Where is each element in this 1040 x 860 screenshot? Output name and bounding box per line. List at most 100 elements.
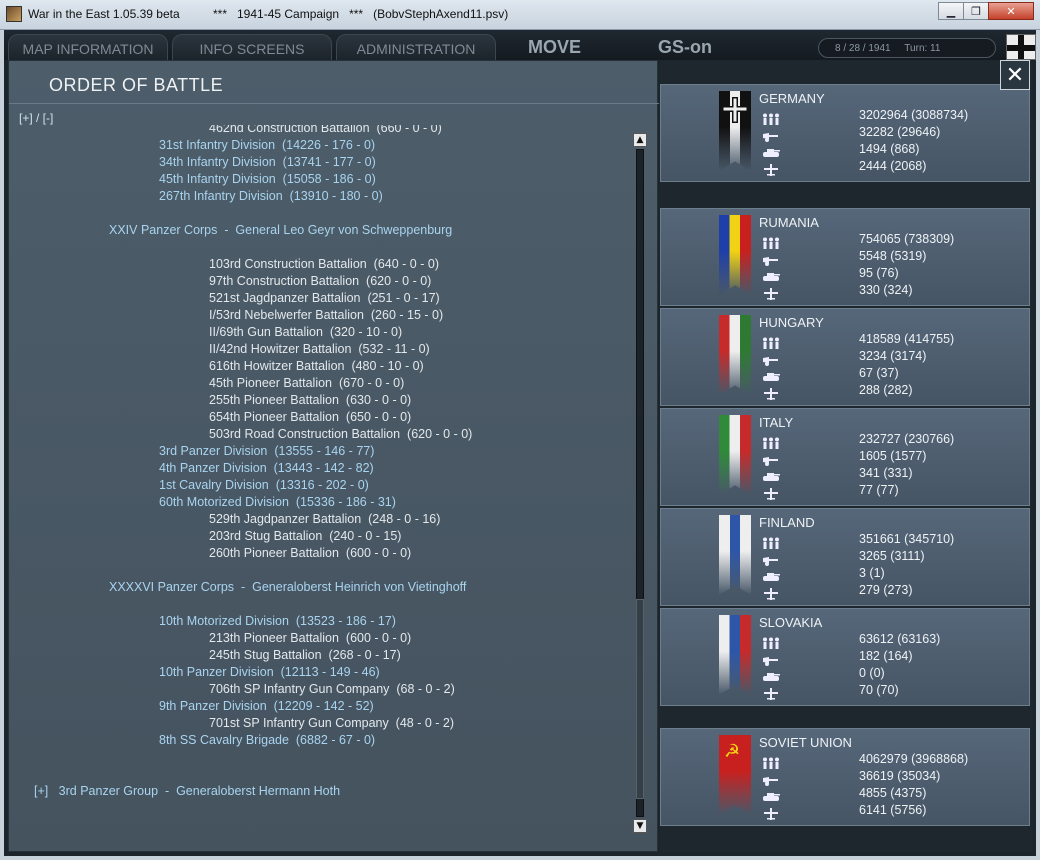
nation-name: SOVIET UNION	[759, 735, 852, 750]
oob-division-row[interactable]: 10th Motorized Division (13523 - 186 - 1…	[159, 614, 396, 628]
oob-battalion-row[interactable]: 255th Pioneer Battalion (630 - 0 - 0)	[209, 393, 411, 407]
oob-battalion-row[interactable]: 616th Howitzer Battalion (480 - 10 - 0)	[209, 359, 424, 373]
date-turn-display: 8 / 28 / 1941 Turn: 11	[818, 38, 996, 58]
side-flag-icon[interactable]	[1006, 34, 1036, 60]
oob-battalion-row[interactable]: 701st SP Infantry Gun Company (48 - 0 - …	[209, 716, 454, 730]
artillery-icon	[761, 351, 781, 366]
nation-stat-row: 288 (282)	[761, 383, 1021, 400]
expand-collapse-all[interactable]: [+] / [-]	[19, 111, 53, 125]
nation-card-slovakia[interactable]: SLOVAKIA 63612 (63163) 182 (164) 0 (0) 70 (7…	[660, 608, 1030, 706]
minimize-button[interactable]: ▁	[938, 2, 964, 20]
infantry-icon	[761, 534, 781, 549]
oob-battalion-row[interactable]: 521st Jagdpanzer Battalion (251 - 0 - 17…	[209, 291, 440, 305]
scroll-thumb[interactable]	[636, 599, 644, 799]
artillery-icon	[761, 451, 781, 466]
nation-stat-value: 63612 (63163)	[859, 632, 941, 646]
tank-icon	[761, 144, 781, 157]
tab-info-screens[interactable]: INFO SCREENS	[172, 34, 332, 60]
nation-stat-row: 4062979 (3968868)	[761, 752, 1021, 769]
oob-corps-row[interactable]: XXXXVI Panzer Corps - Generaloberst Hein…	[109, 580, 466, 594]
oob-division-row[interactable]: 31st Infantry Division (14226 - 176 - 0)	[159, 138, 375, 152]
oob-division-row[interactable]: 10th Panzer Division (12113 - 149 - 46)	[159, 665, 380, 679]
oob-division-row[interactable]: 267th Infantry Division (13910 - 180 - 0…	[159, 189, 383, 203]
nation-stat-row: 70 (70)	[761, 683, 1021, 700]
oob-battalion-row[interactable]: II/69th Gun Battalion (320 - 10 - 0)	[209, 325, 402, 339]
scroll-up-arrow-icon[interactable]: ▲	[633, 133, 647, 147]
nation-stat-value: 1605 (1577)	[859, 449, 927, 463]
oob-group-row[interactable]: [+] 3rd Panzer Group - Generaloberst Her…	[34, 784, 340, 798]
oob-battalion-row[interactable]: 245th Stug Battalion (268 - 0 - 17)	[209, 648, 401, 662]
oob-battalion-row[interactable]: 654th Pioneer Battalion (650 - 0 - 0)	[209, 410, 411, 424]
oob-battalion-row[interactable]: II/42nd Howitzer Battalion (532 - 11 - 0…	[209, 342, 430, 356]
nation-card-hungary[interactable]: HUNGARY 418589 (414755) 3234 (3174) 67 (37)…	[660, 308, 1030, 406]
nation-stat-value: 3265 (3111)	[859, 549, 925, 563]
oob-battalion-row[interactable]: 260th Pioneer Battalion (600 - 0 - 0)	[209, 546, 411, 560]
oob-division-row[interactable]: 45th Infantry Division (15058 - 186 - 0)	[159, 172, 376, 186]
nation-stat-value: 351661 (345710)	[859, 532, 955, 546]
nation-stat-value: 6141 (5756)	[859, 803, 927, 817]
aircraft-icon	[761, 585, 781, 600]
tab-map-information[interactable]: MAP INFORMATION	[8, 34, 168, 60]
close-screen-button[interactable]: ✕	[1000, 60, 1030, 90]
order-of-battle-panel: ORDER OF BATTLE [+] / [-] 462nd Construc…	[8, 60, 659, 852]
oob-division-row[interactable]: 3rd Panzer Division (13555 - 146 - 77)	[159, 444, 374, 458]
nation-card-finland[interactable]: FINLAND 351661 (345710) 3265 (3111) 3 (1) 27…	[660, 508, 1030, 606]
nation-stat-row: 1605 (1577)	[761, 449, 1021, 466]
oob-division-row[interactable]: 1st Cavalry Division (13316 - 202 - 0)	[159, 478, 369, 492]
nation-stat-row: 279 (273)	[761, 583, 1021, 600]
nation-name: RUMANIA	[759, 215, 819, 230]
nation-card-soviet-union[interactable]: ☭ SOVIET UNION 4062979 (3968868) 36619 (350…	[660, 728, 1030, 826]
oob-battalion-row[interactable]: 462nd Construction Battalion (660 - 0 - …	[209, 125, 442, 135]
move-mode-button[interactable]: MOVE	[528, 37, 581, 58]
nation-stat-row: 0 (0)	[761, 666, 1021, 683]
tank-icon	[761, 788, 781, 801]
oob-division-row[interactable]: 60th Motorized Division (15336 - 186 - 3…	[159, 495, 396, 509]
nation-card-rumania[interactable]: RUMANIA 754065 (738309) 5548 (5319) 95 (76)…	[660, 208, 1030, 306]
nation-card-germany[interactable]: GERMANY 3202964 (3088734) 32282 (29646) 149…	[660, 84, 1030, 182]
oob-battalion-row[interactable]: 203rd Stug Battalion (240 - 0 - 15)	[209, 529, 401, 543]
nation-stat-row: 330 (324)	[761, 283, 1021, 300]
nation-flag-icon	[719, 415, 751, 495]
nation-stat-value: 70 (70)	[859, 683, 899, 697]
nation-stat-row: 182 (164)	[761, 649, 1021, 666]
nation-stat-row: 2444 (2068)	[761, 159, 1021, 176]
nation-stat-row: 754065 (738309)	[761, 232, 1021, 249]
window-titlebar[interactable]: War in the East 1.05.39 beta *** 1941-45…	[0, 0, 1040, 30]
nation-stat-row: 3265 (3111)	[761, 549, 1021, 566]
nation-stat-row: 418589 (414755)	[761, 332, 1021, 349]
nation-stat-value: 288 (282)	[859, 383, 913, 397]
artillery-icon	[761, 771, 781, 786]
restore-button[interactable]: ❐	[963, 2, 989, 20]
window-close-button[interactable]: ✕	[988, 2, 1034, 20]
artillery-icon	[761, 651, 781, 666]
nation-stat-value: 1494 (868)	[859, 142, 920, 156]
oob-battalion-row[interactable]: 529th Jagdpanzer Battalion (248 - 0 - 16…	[209, 512, 440, 526]
oob-battalion-row[interactable]: 503rd Road Construction Battalion (620 -…	[209, 427, 472, 441]
nation-flag-icon	[719, 91, 751, 171]
nation-stat-value: 232727 (230766)	[859, 432, 955, 446]
oob-battalion-row[interactable]: 103rd Construction Battalion (640 - 0 - …	[209, 257, 439, 271]
nation-stat-row: 6141 (5756)	[761, 803, 1021, 820]
nation-card-italy[interactable]: ITALY 232727 (230766) 1605 (1577) 341 (331)…	[660, 408, 1030, 506]
infantry-icon	[761, 754, 781, 769]
oob-battalion-row[interactable]: 97th Construction Battalion (620 - 0 - 0…	[209, 274, 431, 288]
nation-stat-value: 77 (77)	[859, 483, 899, 497]
oob-division-row[interactable]: 4th Panzer Division (13443 - 142 - 82)	[159, 461, 374, 475]
app-icon	[6, 6, 22, 22]
nation-stat-row: 351661 (345710)	[761, 532, 1021, 549]
oob-division-row[interactable]: 34th Infantry Division (13741 - 177 - 0)	[159, 155, 376, 169]
oob-division-row[interactable]: 8th SS Cavalry Brigade (6882 - 67 - 0)	[159, 733, 375, 747]
oob-corps-row[interactable]: XXIV Panzer Corps - General Leo Geyr von…	[109, 223, 452, 237]
nation-stat-value: 3 (1)	[859, 566, 885, 580]
oob-division-row[interactable]: 9th Panzer Division (12209 - 142 - 52)	[159, 699, 374, 713]
infantry-icon	[761, 110, 781, 125]
gs-toggle-button[interactable]: GS-on	[658, 37, 712, 58]
aircraft-icon	[761, 685, 781, 700]
oob-scrollbar[interactable]: ▲ ▼	[633, 133, 647, 833]
oob-battalion-row[interactable]: 213th Pioneer Battalion (600 - 0 - 0)	[209, 631, 411, 645]
oob-battalion-row[interactable]: 706th SP Infantry Gun Company (68 - 0 - …	[209, 682, 455, 696]
scroll-down-arrow-icon[interactable]: ▼	[633, 819, 647, 833]
tab-administration[interactable]: ADMINISTRATION	[336, 34, 496, 60]
oob-battalion-row[interactable]: 45th Pioneer Battalion (670 - 0 - 0)	[209, 376, 404, 390]
oob-battalion-row[interactable]: I/53rd Nebelwerfer Battalion (260 - 15 -…	[209, 308, 443, 322]
